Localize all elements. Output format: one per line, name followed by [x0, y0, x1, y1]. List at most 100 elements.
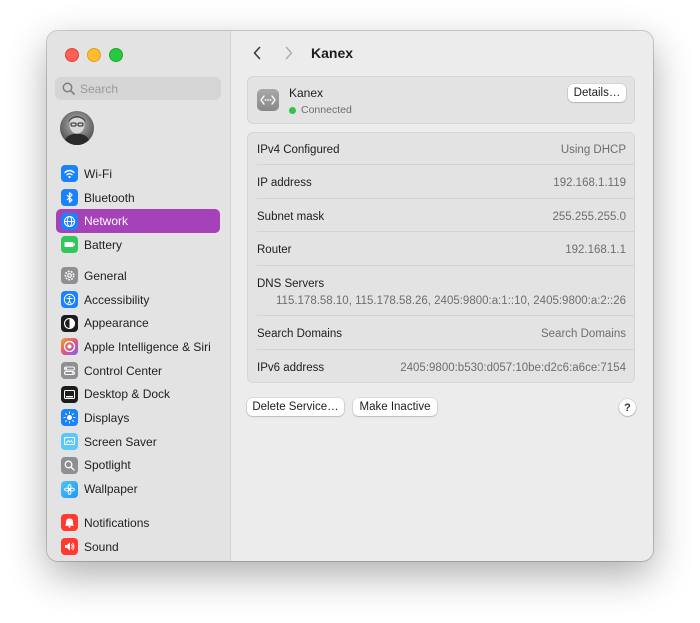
- ipv4-label: IPv4 Configured: [257, 144, 340, 156]
- sidebar-item-desktop-dock[interactable]: Desktop & Dock: [56, 382, 220, 406]
- service-name: Kanex: [289, 86, 324, 100]
- back-button[interactable]: [247, 43, 267, 63]
- divider: [257, 164, 634, 165]
- sidebar-item-label: Appearance: [84, 316, 149, 331]
- battery-icon: [61, 236, 78, 254]
- dns-value: 115.178.58.10, 115.178.58.26, 2405:9800:…: [276, 295, 626, 307]
- search-domains-label: Search Domains: [257, 328, 343, 340]
- minimize-button[interactable]: [87, 48, 101, 62]
- network-info-card: IPv4 Configured Using DHCP IP address 19…: [247, 132, 635, 383]
- subnet-label: Subnet mask: [257, 211, 325, 223]
- service-status-label: Connected: [301, 104, 352, 116]
- sidebar: Wi-Fi Bluetooth Network Battery General Acces…: [47, 31, 231, 561]
- sidebar-item-label: Battery: [84, 237, 123, 252]
- router-label: Router: [257, 244, 292, 256]
- sidebar-item-label: Wallpaper: [84, 482, 138, 497]
- sidebar-item-bluetooth[interactable]: Bluetooth: [56, 186, 220, 210]
- sidebar-item-battery[interactable]: Battery: [56, 233, 220, 257]
- main-panel: Kanex Kanex Connected Details… IPv4 Conf…: [231, 31, 653, 561]
- settings-window: Wi-Fi Bluetooth Network Battery General Acces…: [47, 31, 653, 561]
- ethernet-icon: [257, 89, 279, 111]
- sidebar-item-label: Screen Saver: [84, 434, 157, 449]
- details-button[interactable]: Details…: [568, 84, 626, 102]
- ipv6-label: IPv6 address: [257, 362, 325, 374]
- ipv4-value: Using DHCP: [560, 144, 626, 156]
- sidebar-item-accessibility[interactable]: Accessibility: [56, 288, 220, 312]
- sidebar-group: General Accessibility Appearance Apple Inte…: [56, 264, 220, 501]
- sidebar-item-label: Network: [84, 214, 129, 229]
- close-button[interactable]: [65, 48, 79, 62]
- delete-service-button[interactable]: Delete Service…: [247, 398, 344, 416]
- avatar-photo: [63, 116, 91, 145]
- search-input[interactable]: [80, 81, 210, 96]
- sidebar-group: Wi-Fi Bluetooth Network Battery: [56, 162, 220, 257]
- gear-icon: [61, 267, 78, 285]
- spotlight-icon: [61, 456, 78, 474]
- router-value: 192.168.1.1: [565, 244, 626, 256]
- sidebar-item-label: Notifications: [84, 515, 150, 530]
- wallpaper-icon: [61, 480, 78, 498]
- sidebar-item-screen-saver[interactable]: Screen Saver: [56, 430, 220, 454]
- sidebar-item-wi-fi[interactable]: Wi-Fi: [56, 162, 220, 186]
- sidebar-item-displays[interactable]: Displays: [56, 406, 220, 430]
- divider: [257, 198, 634, 199]
- sidebar-item-spotlight[interactable]: Spotlight: [56, 454, 220, 478]
- chevron-right-icon: [285, 46, 293, 60]
- ipv6-value: 2405:9800:b530:d057:10be:d2c6:a6ce:7154: [400, 362, 626, 374]
- service-status: Connected: [289, 104, 352, 116]
- sidebar-item-label: Sound: [84, 539, 119, 554]
- network-globe-icon: [61, 212, 78, 230]
- screen-saver-icon: [61, 433, 78, 451]
- sidebar-item-appearance[interactable]: Appearance: [56, 311, 220, 335]
- displays-icon: [61, 409, 78, 427]
- connected-status-dot: [289, 106, 296, 114]
- dock-icon: [61, 385, 78, 403]
- window-controls: [65, 48, 123, 62]
- search-domains-value: Search Domains: [540, 328, 626, 340]
- service-card: Kanex Connected Details…: [247, 76, 635, 124]
- sidebar-item-general[interactable]: General: [56, 264, 220, 288]
- ip-address-value: 192.168.1.119: [553, 177, 626, 189]
- user-avatar[interactable]: [60, 111, 94, 145]
- sidebar-item-label: General: [84, 268, 127, 283]
- divider: [257, 349, 634, 350]
- dns-label: DNS Servers: [257, 278, 325, 290]
- appearance-icon: [61, 314, 78, 332]
- sidebar-item-label: Accessibility: [84, 292, 150, 307]
- bluetooth-icon: [61, 189, 78, 207]
- subnet-value: 255.255.255.0: [552, 211, 626, 223]
- sidebar-item-label: Apple Intelligence & Siri: [84, 339, 211, 354]
- toolbar: Kanex: [247, 43, 353, 63]
- forward-button[interactable]: [279, 43, 299, 63]
- siri-icon: [61, 338, 78, 356]
- chevron-left-icon: [253, 46, 261, 60]
- sidebar-item-label: Control Center: [84, 363, 163, 378]
- sidebar-item-wallpaper[interactable]: Wallpaper: [56, 477, 220, 501]
- divider: [257, 231, 634, 232]
- sidebar-item-label: Bluetooth: [84, 190, 135, 205]
- sidebar-item-label: Spotlight: [84, 458, 131, 473]
- sidebar-item-apple-intelligence-siri[interactable]: Apple Intelligence & Siri: [56, 335, 220, 359]
- search-field[interactable]: [55, 77, 221, 100]
- sidebar-item-sound[interactable]: Sound: [56, 535, 220, 559]
- help-button[interactable]: ?: [619, 399, 636, 416]
- sound-icon: [61, 538, 78, 556]
- notifications-icon: [61, 514, 78, 532]
- sidebar-item-label: Wi-Fi: [84, 166, 112, 181]
- sidebar-item-control-center[interactable]: Control Center: [56, 359, 220, 383]
- make-inactive-button[interactable]: Make Inactive: [353, 398, 437, 416]
- search-icon: [62, 82, 75, 95]
- zoom-button[interactable]: [109, 48, 123, 62]
- ip-address-label: IP address: [257, 177, 312, 189]
- divider: [257, 315, 634, 316]
- page-title: Kanex: [311, 45, 354, 61]
- control-center-icon: [61, 362, 78, 380]
- sidebar-item-label: Desktop & Dock: [84, 387, 171, 402]
- divider: [257, 265, 634, 266]
- sidebar-group: Notifications Sound: [56, 511, 220, 558]
- sidebar-item-label: Displays: [84, 410, 130, 425]
- accessibility-icon: [61, 291, 78, 309]
- sidebar-item-notifications[interactable]: Notifications: [56, 511, 220, 535]
- wifi-icon: [61, 165, 78, 183]
- sidebar-item-network[interactable]: Network: [56, 209, 220, 234]
